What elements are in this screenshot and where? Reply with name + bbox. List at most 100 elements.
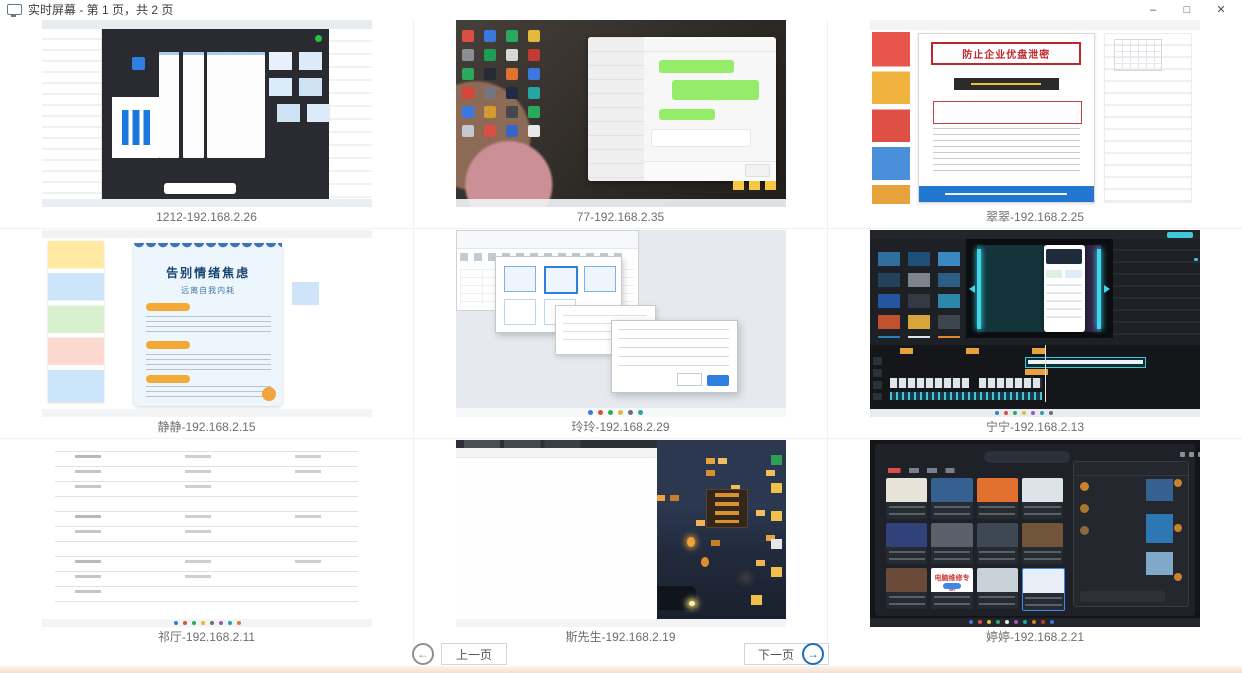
mini-video-thumb xyxy=(977,478,1018,502)
mini-desktop-icons xyxy=(771,455,782,465)
mini-video-thumb xyxy=(1023,569,1064,593)
mini-video-card xyxy=(931,478,972,519)
screen-label: 77-192.168.2.35 xyxy=(414,210,827,225)
prev-page-label[interactable]: 上一页 xyxy=(441,643,507,665)
mini-text-lines xyxy=(1024,551,1060,562)
mini-text-lines xyxy=(146,386,271,399)
mini-browser-bar xyxy=(42,20,372,29)
screen-tile[interactable]: 祁厅-192.168.2.11 xyxy=(0,439,414,649)
minimize-button[interactable]: – xyxy=(1136,0,1170,19)
next-page-button[interactable]: 下一页 → xyxy=(744,643,829,665)
mini-thumbnail-chip xyxy=(292,282,318,304)
screen-thumbnail[interactable]: 防止企业优盘泄密 xyxy=(870,20,1200,207)
mini-clip-selected xyxy=(1025,357,1146,368)
screen-thumbnail[interactable] xyxy=(870,230,1200,417)
screen-thumbnail[interactable] xyxy=(456,440,786,627)
mini-section-pill xyxy=(146,341,191,349)
mini-video-thumb xyxy=(931,523,972,547)
window-title: 实时屏幕 - 第 1 页，共 2 页 xyxy=(28,1,173,18)
mini-app-window: 电脑维修专家 xyxy=(875,444,1195,616)
mini-text-lines xyxy=(933,128,1080,172)
screen-tile[interactable]: 宁宁-192.168.2.13 xyxy=(828,229,1242,439)
mini-top-toolbar xyxy=(870,230,1200,239)
mini-phone-row xyxy=(1065,270,1082,279)
mini-taskbar xyxy=(456,619,786,627)
mini-video-grid: 电脑维修专家 xyxy=(886,478,1065,610)
mini-layers-panel xyxy=(42,29,102,198)
mini-text-lines xyxy=(979,596,1015,607)
screen-thumbnail[interactable] xyxy=(456,230,786,417)
mini-text-lines xyxy=(889,596,925,607)
mini-filmstrip xyxy=(890,378,969,388)
window-controls: – □ ✕ xyxy=(1136,0,1238,19)
mini-taskbar xyxy=(456,408,786,417)
mini-media-thumbnails xyxy=(878,252,900,266)
mini-tabs xyxy=(888,468,958,473)
mini-taskbar xyxy=(456,199,786,207)
next-page-box[interactable]: 下一页 → xyxy=(744,643,829,665)
mini-chat-panel xyxy=(1073,461,1189,608)
mini-poster-subtitle: 远离自我内耗 xyxy=(134,285,283,296)
mini-video-thumb xyxy=(886,568,927,592)
screen-thumbnail[interactable] xyxy=(456,20,786,207)
mini-lanterns xyxy=(687,537,695,547)
screen-tile[interactable]: 斯先生-192.168.2.19 xyxy=(414,439,828,649)
screen-tile[interactable]: 1212-192.168.2.26 xyxy=(0,19,414,229)
mini-search-bar xyxy=(984,451,1070,463)
prev-page-button[interactable]: ← 上一页 xyxy=(412,643,507,665)
mini-text-lines xyxy=(1046,284,1082,321)
mini-browser-bar xyxy=(870,20,1200,30)
mini-chat-header xyxy=(644,37,776,52)
mini-address-bar xyxy=(456,448,657,458)
mini-phone-header xyxy=(1046,249,1082,265)
screen-thumbnail[interactable]: 告别情绪焦虑 远离自我内耗 xyxy=(42,230,372,417)
mini-properties-panel xyxy=(329,29,372,198)
mini-phone-card xyxy=(1044,245,1085,332)
next-arrow-icon[interactable]: → xyxy=(802,643,824,665)
mini-table-lines xyxy=(55,451,359,604)
screen-tile[interactable]: 电脑维修专家 婷婷-192.168.2.21 xyxy=(828,439,1242,649)
mini-video-card xyxy=(931,523,972,564)
mini-text-lines xyxy=(889,506,925,517)
mini-video-thumb xyxy=(1022,523,1063,547)
mini-text-lines xyxy=(889,551,925,562)
mini-document: 防止企业优盘泄密 xyxy=(918,33,1095,203)
mini-template-tile xyxy=(504,266,536,292)
mini-section-pill xyxy=(146,375,191,383)
close-button[interactable]: ✕ xyxy=(1204,0,1238,19)
mini-media-panel xyxy=(870,239,966,338)
mini-avatars xyxy=(1080,482,1089,491)
mini-template-tile xyxy=(504,299,536,325)
mini-video-card xyxy=(1022,478,1063,519)
screen-thumbnail[interactable]: 电脑维修专家 xyxy=(870,440,1200,627)
screen-tile[interactable]: 告别情绪焦虑 远离自我内耗 静静-192.168.2.15 xyxy=(0,229,414,439)
mini-neon-bar xyxy=(1097,249,1101,328)
screen-grid: 1212-192.168.2.26 77-192.168.2.35 xyxy=(0,19,1242,649)
mini-signboard xyxy=(706,489,748,528)
screen-tile[interactable]: 77-192.168.2.35 xyxy=(414,19,828,229)
mini-text-lines xyxy=(146,316,271,336)
screen-thumbnail[interactable] xyxy=(42,440,372,627)
mini-preview xyxy=(966,239,1113,338)
mini-taskbar xyxy=(870,409,1200,417)
screen-thumbnail[interactable] xyxy=(42,20,372,207)
mini-taskbar xyxy=(42,619,372,627)
mini-shared-image xyxy=(1146,479,1173,501)
mini-app-icon xyxy=(132,57,145,70)
mini-text-lines xyxy=(979,551,1015,562)
maximize-button[interactable]: □ xyxy=(1170,0,1204,19)
mini-track-headers xyxy=(873,357,881,400)
mini-toolbar-icons xyxy=(1180,452,1185,457)
prev-arrow-icon[interactable]: ← xyxy=(412,643,434,665)
mini-audio-track xyxy=(890,392,1042,400)
mini-ok-button xyxy=(707,375,730,386)
mini-badge xyxy=(262,387,276,401)
mini-export-button xyxy=(1167,232,1193,238)
mini-video-thumb xyxy=(977,523,1018,547)
mini-timeline xyxy=(870,338,1200,408)
mini-filmstrip xyxy=(979,378,1042,388)
screen-tile[interactable]: 防止企业优盘泄密 翠翠-192.168.2.25 xyxy=(828,19,1242,229)
screen-tile[interactable]: 玲玲-192.168.2.29 xyxy=(414,229,828,439)
mini-shared-image xyxy=(1146,514,1173,543)
mini-blank-page xyxy=(456,448,657,618)
